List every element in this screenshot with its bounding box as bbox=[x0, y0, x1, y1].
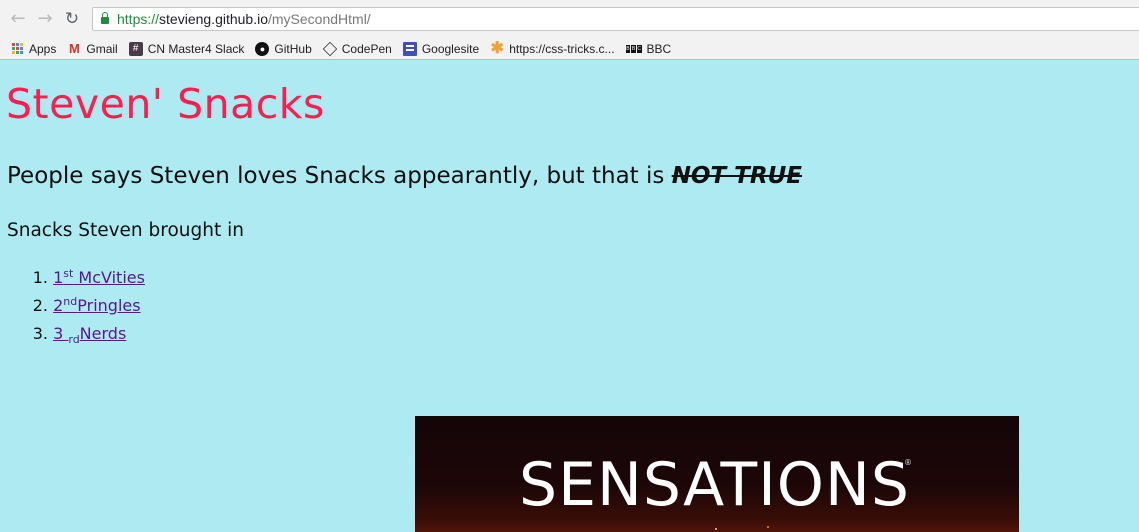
url-text[interactable]: https://stevieng.github.io/mySecondHtml/ bbox=[117, 11, 371, 28]
reload-icon[interactable]: ↻ bbox=[62, 8, 82, 30]
ember-particle bbox=[767, 526, 769, 528]
sensations-image: SENSATIONS ® bbox=[415, 416, 1019, 532]
ember-particle bbox=[715, 528, 717, 530]
list-item: 1. 1st McVities bbox=[8, 264, 145, 292]
snack-list: 1. 1st McVities 2. 2ndPringles 3. 3 rdNe… bbox=[8, 264, 145, 346]
forward-arrow-icon[interactable]: → bbox=[35, 8, 55, 30]
bookmark-label: https://css-tricks.c... bbox=[509, 41, 615, 56]
snack-link-pringles[interactable]: 2ndPringles bbox=[53, 296, 140, 315]
url-path: /mySecondHtml/ bbox=[268, 11, 371, 27]
bookmark-gmail[interactable]: M Gmail bbox=[67, 40, 118, 56]
address-bar[interactable]: https://stevieng.github.io/mySecondHtml/ bbox=[92, 7, 1139, 31]
url-host: stevieng.github.io bbox=[159, 11, 268, 27]
github-icon: ● bbox=[255, 41, 270, 56]
bookmark-label: Googlesite bbox=[421, 41, 480, 56]
bookmark-bbc[interactable]: BBC BBC bbox=[625, 41, 672, 56]
brand-wordmark: SENSATIONS bbox=[519, 450, 911, 520]
browser-toolbar: ← → ↻ https://stevieng.github.io/mySecon… bbox=[0, 0, 1139, 38]
list-item: 2. 2ndPringles bbox=[8, 292, 145, 320]
ordinal: 1 bbox=[53, 268, 64, 287]
bookmark-label: Gmail bbox=[86, 41, 118, 56]
bookmark-github[interactable]: ● GitHub bbox=[255, 41, 312, 56]
bookmark-css-tricks[interactable]: ✱ https://css-tricks.c... bbox=[490, 39, 615, 57]
google-sites-icon bbox=[402, 41, 417, 56]
claim-text: People says Steven loves Snacks appearan… bbox=[7, 163, 672, 189]
bookmark-label: BBC bbox=[646, 41, 672, 56]
css-tricks-asterisk-icon: ✱ bbox=[490, 39, 504, 57]
registered-mark: ® bbox=[904, 458, 912, 467]
ordinal-suffix: st bbox=[63, 267, 74, 280]
snack-link-mcvities[interactable]: 1st McVities bbox=[53, 268, 145, 287]
bookmark-slack[interactable]: # CN Master4 Slack bbox=[128, 41, 245, 56]
list-number: 2. bbox=[32, 296, 48, 315]
page-content: Steven' Snacks People says Steven loves … bbox=[0, 60, 1139, 532]
bookmark-label: GitHub bbox=[274, 41, 312, 56]
bookmark-label: Apps bbox=[29, 41, 57, 56]
apps-grid-icon bbox=[10, 42, 24, 56]
bookmarks-bar: Apps M Gmail # CN Master4 Slack ● GitHub… bbox=[0, 38, 1139, 60]
snack-name: Pringles bbox=[77, 296, 141, 315]
struck-not-true: NOT TRUE bbox=[671, 163, 802, 189]
bookmark-googlesite[interactable]: Googlesite bbox=[402, 41, 480, 56]
snack-link-nerds[interactable]: 3 rdNerds bbox=[53, 324, 127, 346]
claim-heading: People says Steven loves Snacks appearan… bbox=[7, 160, 802, 192]
page-title: Steven' Snacks bbox=[6, 80, 325, 128]
list-item: 3. 3 rdNerds bbox=[8, 320, 145, 346]
list-number: 1. bbox=[32, 268, 48, 287]
gmail-icon: M bbox=[68, 40, 80, 56]
ordinal-suffix: rd bbox=[68, 333, 80, 346]
url-scheme: https:// bbox=[117, 11, 160, 27]
ordinal: 2 bbox=[53, 296, 64, 315]
slack-hash-icon: # bbox=[128, 41, 143, 56]
back-arrow-icon[interactable]: ← bbox=[8, 8, 28, 30]
list-number: 3. bbox=[32, 324, 48, 343]
snack-name: Nerds bbox=[79, 324, 127, 343]
bookmark-label: CodePen bbox=[341, 41, 392, 56]
bookmark-label: CN Master4 Slack bbox=[147, 41, 245, 56]
bookmark-codepen[interactable]: CodePen bbox=[322, 41, 392, 56]
section-heading: Snacks Steven brought in bbox=[7, 220, 244, 241]
ordinal-suffix: nd bbox=[63, 295, 78, 308]
lock-icon bbox=[101, 12, 109, 24]
snack-name: McVities bbox=[73, 268, 145, 287]
bbc-icon: BBC bbox=[625, 44, 642, 53]
ordinal: 3 bbox=[53, 324, 69, 343]
codepen-icon bbox=[322, 41, 337, 56]
bookmark-apps[interactable]: Apps bbox=[10, 42, 56, 56]
